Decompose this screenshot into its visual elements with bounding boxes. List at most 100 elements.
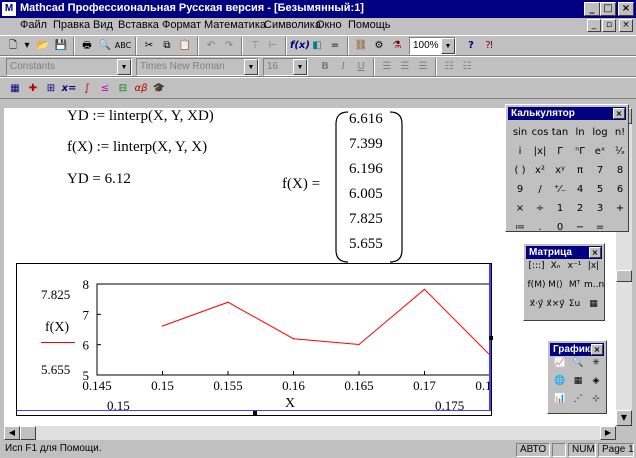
align-left-icon[interactable]: ⊢ xyxy=(264,37,282,55)
close-icon[interactable]: × xyxy=(589,247,601,258)
graph-key[interactable]: 🔍 xyxy=(569,358,587,376)
print-preview-icon[interactable]: 🔍 xyxy=(96,37,114,55)
chevron-down-icon[interactable]: ▼ xyxy=(441,38,455,54)
y-axis-label[interactable]: f(X) xyxy=(45,320,69,336)
matrix-key[interactable]: f(M) xyxy=(527,280,546,299)
calculator-key[interactable]: 2 xyxy=(570,199,590,218)
scroll-down-icon[interactable]: ▼ xyxy=(616,410,632,426)
palette-title[interactable]: Матрица × xyxy=(526,246,602,259)
calculator-key[interactable]: 3 xyxy=(590,199,610,218)
graph-key[interactable]: 🌐 xyxy=(551,376,569,394)
matrix-key[interactable]: x⃗·y⃗ xyxy=(527,299,546,318)
calculator-key[interactable]: eˣ xyxy=(590,142,610,161)
calculator-palette-icon[interactable]: ▦ xyxy=(6,80,24,98)
programming-palette-icon[interactable]: ⊟ xyxy=(114,80,132,98)
menu-view[interactable]: Вид xyxy=(93,19,113,31)
menu-file[interactable]: Файл xyxy=(20,19,47,31)
graph-key[interactable]: ⊹ xyxy=(587,394,605,412)
matrix-key[interactable]: Mᵀ xyxy=(565,280,584,299)
calculator-key[interactable]: cos xyxy=(530,123,550,142)
palette-title[interactable]: Графики × xyxy=(550,343,604,356)
calculator-key[interactable]: + xyxy=(610,199,630,218)
calculator-key[interactable]: − xyxy=(570,218,590,237)
y-max-marker[interactable]: 7.825 xyxy=(41,287,70,303)
calculator-key[interactable]: ≔ xyxy=(510,218,530,237)
calculator-key[interactable]: i xyxy=(510,142,530,161)
calculator-key[interactable]: = xyxy=(590,218,610,237)
x-max-marker[interactable]: 0.175 xyxy=(435,398,464,414)
matrix-key[interactable]: x⁻¹ xyxy=(565,261,584,280)
calculator-key[interactable]: 4 xyxy=(570,180,590,199)
bold-button[interactable]: B xyxy=(316,58,334,76)
paste-icon[interactable]: 📋 xyxy=(176,37,194,55)
scroll-thumb[interactable] xyxy=(616,270,632,282)
graph-palette[interactable]: Графики × 📈 🔍 ✳ 🌐 ▦ ◈ 📊 ⋰ ⊹ xyxy=(547,340,607,414)
close-button[interactable]: × xyxy=(618,2,634,16)
minimize-button[interactable]: _ xyxy=(584,2,600,16)
cut-icon[interactable]: ✂ xyxy=(140,37,158,55)
matrix-key[interactable]: M⟨⟩ xyxy=(546,280,565,299)
bullet-list-icon[interactable]: ☷ xyxy=(440,58,458,76)
greek-palette-icon[interactable]: αβ xyxy=(132,80,150,98)
align-top-icon[interactable]: ⊤ xyxy=(246,37,264,55)
doc-minimize-button[interactable]: _ xyxy=(587,19,601,32)
calculator-key[interactable]: ⁿΓ xyxy=(570,142,590,161)
context-help-icon[interactable]: ⁈ xyxy=(480,37,498,55)
matrix-key[interactable]: x⃗×y⃗ xyxy=(546,299,565,318)
save-icon[interactable]: 💾 xyxy=(52,37,70,55)
symbolic-palette-icon[interactable]: 🎓 xyxy=(150,80,168,98)
palette-title[interactable]: Калькулятор × xyxy=(508,107,626,120)
equation-yd-definition[interactable]: YD := linterp(X, Y, XD) xyxy=(67,108,214,125)
calculator-key[interactable]: 7 xyxy=(590,161,610,180)
zoom-select[interactable]: 100% ▼ xyxy=(409,37,456,55)
resize-handle[interactable] xyxy=(253,411,257,415)
close-icon[interactable]: × xyxy=(613,108,625,119)
calculator-key[interactable]: × xyxy=(510,199,530,218)
graph-key[interactable]: ▦ xyxy=(569,376,587,394)
doc-close-button[interactable]: × xyxy=(619,19,633,32)
calculator-key[interactable]: log xyxy=(590,123,610,142)
help-icon[interactable]: ? xyxy=(462,37,480,55)
equation-fx-definition[interactable]: f(X) := linterp(X, Y, X) xyxy=(67,139,207,156)
graph-key[interactable]: ◈ xyxy=(587,376,605,394)
menu-window[interactable]: Окно xyxy=(316,19,342,31)
equation-fx-result[interactable]: f(X) = xyxy=(282,176,320,193)
matrix-key[interactable]: |x| xyxy=(584,261,603,280)
calculator-key[interactable]: 1 xyxy=(550,199,570,218)
redo-icon[interactable]: ↷ xyxy=(220,37,238,55)
new-dropdown-icon[interactable]: ▾ xyxy=(22,37,32,55)
calculator-key[interactable]: sin xyxy=(510,123,530,142)
graph-key[interactable]: 📊 xyxy=(551,394,569,412)
horizontal-scrollbar[interactable]: ◀ ▶ xyxy=(4,426,616,440)
insert-unit-icon[interactable]: ◧ xyxy=(308,37,326,55)
calculator-key[interactable]: ⁺⁄₋ xyxy=(550,180,570,199)
calculator-key[interactable]: ¹⁄ₓ xyxy=(610,142,630,161)
insert-component-icon[interactable]: ⛓ xyxy=(352,37,370,55)
print-icon[interactable]: 🖶 xyxy=(78,37,96,55)
matrix-key[interactable]: Xₙ xyxy=(546,261,565,280)
graph-palette-icon[interactable]: ✚ xyxy=(24,80,42,98)
graph-key[interactable]: 📈 xyxy=(551,358,569,376)
calculator-key[interactable]: π xyxy=(570,161,590,180)
menu-edit[interactable]: Правка xyxy=(53,19,90,31)
xy-plot-region[interactable]: 0.1450.150.1550.160.1650.170.1755678 7.8… xyxy=(16,263,493,416)
align-center-text-icon[interactable]: ☰ xyxy=(396,58,414,76)
maximize-button[interactable]: □ xyxy=(600,2,616,16)
calculator-key[interactable]: |x| xyxy=(530,142,550,161)
calculator-key[interactable]: xʸ xyxy=(550,161,570,180)
calculator-key[interactable]: x² xyxy=(530,161,550,180)
equation-yd-result[interactable]: YD = 6.12 xyxy=(67,171,131,188)
menu-insert[interactable]: Вставка xyxy=(118,19,159,31)
matrix-key[interactable]: Σu xyxy=(565,299,584,318)
calculator-key[interactable]: Γ xyxy=(550,142,570,161)
numbered-list-icon[interactable]: ☷ xyxy=(458,58,476,76)
calculator-key[interactable]: ( ) xyxy=(510,161,530,180)
x-min-marker[interactable]: 0.15 xyxy=(107,398,130,414)
font-select[interactable]: Times New Roman ▼ xyxy=(136,58,259,76)
font-size-select[interactable]: 16 ▼ xyxy=(263,58,308,76)
graph-key[interactable]: ✳ xyxy=(587,358,605,376)
y-min-marker[interactable]: 5.655 xyxy=(41,362,70,378)
menu-symbolics[interactable]: Символика xyxy=(264,19,321,31)
calculator-key[interactable]: ÷ xyxy=(530,199,550,218)
copy-icon[interactable]: ⧉ xyxy=(158,37,176,55)
